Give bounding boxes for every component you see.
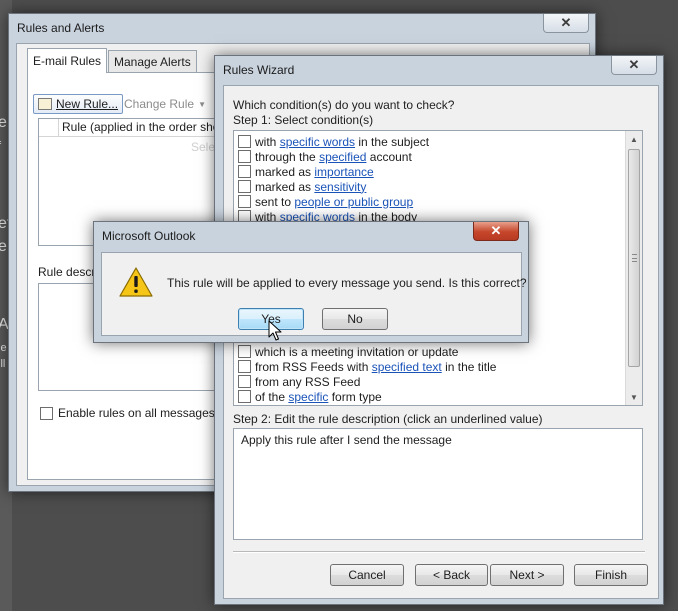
condition-link[interactable]: specific words [280, 135, 355, 149]
condition-text: marked as importance [255, 165, 374, 179]
checkbox-column-header [39, 119, 59, 136]
condition-pre: marked as [255, 179, 315, 194]
dialog-body: This rule will be applied to every messa… [101, 252, 527, 336]
condition-link[interactable]: people or public group [294, 195, 413, 209]
condition-pre: through the [255, 149, 320, 164]
close-button[interactable]: ✕ [473, 222, 519, 241]
close-icon: ✕ [490, 223, 502, 238]
condition-checkbox[interactable] [238, 345, 251, 358]
list-item[interactable]: marked as importance [238, 164, 374, 179]
list-item[interactable]: from any RSS Feed [238, 374, 360, 389]
confirmation-dialog: Microsoft Outlook ✕ This rule will be ap… [93, 221, 529, 343]
step1-label: Step 1: Select condition(s) [233, 113, 374, 127]
scroll-thumb[interactable] [628, 149, 640, 367]
list-item[interactable]: sent to people or public group [238, 194, 413, 209]
scroll-up-icon[interactable]: ▲ [626, 131, 642, 147]
list-item[interactable]: which is a meeting invitation or update [238, 344, 458, 359]
rule-column-header[interactable]: Rule (applied in the order shown) [59, 119, 239, 136]
new-rule-button[interactable]: New Rule... [33, 94, 124, 114]
change-rule-button[interactable]: Change Rule ▼ [124, 94, 227, 114]
title-bar: Rules and Alerts ✕ [9, 14, 595, 42]
list-item[interactable]: from RSS Feeds with specified text in th… [238, 359, 496, 374]
bg-fragment: e [0, 238, 7, 255]
dropdown-arrow-icon: ▼ [198, 99, 206, 109]
grip-icon [632, 254, 637, 262]
window-title: Rules Wizard [223, 63, 295, 77]
mouse-cursor-icon [268, 320, 282, 341]
close-button[interactable]: ✕ [543, 14, 589, 33]
condition-link[interactable]: specific [288, 390, 328, 404]
condition-text: from any RSS Feed [255, 374, 361, 389]
condition-checkbox[interactable] [238, 375, 251, 388]
condition-text: from RSS Feeds with specified text in th… [255, 360, 496, 374]
condition-text: which is a meeting invitation or update [255, 344, 459, 359]
bg-fragment: e [0, 114, 7, 131]
list-item[interactable]: with specific words in the subject [238, 134, 429, 149]
condition-link[interactable]: importance [314, 165, 373, 179]
new-rule-icon [38, 98, 52, 110]
condition-pre: sent to [255, 194, 295, 209]
tab-manage-alerts[interactable]: Manage Alerts [108, 50, 197, 72]
condition-list-scrollbar[interactable]: ▲ ▼ [625, 131, 642, 405]
cancel-button[interactable]: Cancel [330, 564, 404, 586]
condition-pre: marked as [255, 164, 315, 179]
condition-text: marked as sensitivity [255, 180, 366, 194]
enable-rules-row[interactable]: Enable rules on all messages dow [40, 406, 240, 420]
list-item[interactable]: through the specified account [238, 149, 412, 164]
condition-checkbox[interactable] [238, 360, 251, 373]
warning-icon [119, 267, 153, 297]
condition-checkbox[interactable] [238, 135, 251, 148]
no-button[interactable]: No [322, 308, 388, 330]
bg-fragment: f [0, 140, 1, 152]
finish-button[interactable]: Finish [574, 564, 648, 586]
condition-checkbox[interactable] [238, 195, 251, 208]
condition-text: with specific words in the subject [255, 135, 429, 149]
condition-post: in the title [441, 359, 497, 374]
condition-post: in the subject [355, 134, 430, 149]
condition-pre: of the [255, 389, 289, 404]
rule-description-text: Apply this rule after I send the message [241, 433, 452, 447]
condition-post: account [366, 149, 412, 164]
enable-rules-checkbox[interactable] [40, 406, 53, 420]
condition-link[interactable]: specified [319, 150, 366, 164]
button-separator [233, 551, 645, 553]
rule-description-box[interactable]: Apply this rule after I send the message [233, 428, 643, 540]
condition-checkbox[interactable] [238, 165, 251, 178]
close-button[interactable]: ✕ [611, 56, 657, 75]
tab-email-rules[interactable]: E-mail Rules [27, 48, 108, 73]
back-button[interactable]: < Back [415, 564, 488, 586]
condition-text: through the specified account [255, 150, 412, 164]
condition-text: sent to people or public group [255, 195, 413, 209]
condition-link[interactable]: sensitivity [314, 180, 366, 194]
scroll-down-icon[interactable]: ▼ [626, 389, 642, 405]
question-label: Which condition(s) do you want to check? [233, 98, 455, 112]
step2-label: Step 2: Edit the rule description (click… [233, 412, 543, 426]
condition-pre: with [255, 134, 280, 149]
condition-checkbox[interactable] [238, 180, 251, 193]
list-item[interactable]: marked as sensitivity [238, 179, 366, 194]
new-rule-label: New Rule... [56, 97, 119, 111]
condition-text: of the specific form type [255, 390, 382, 404]
condition-checkbox[interactable] [238, 390, 251, 403]
change-rule-label: Change Rule [124, 97, 195, 111]
condition-pre: from RSS Feeds with [255, 359, 372, 374]
enable-rules-label: Enable rules on all messages dow [58, 406, 241, 420]
list-item[interactable]: of the specific form type [238, 389, 382, 404]
close-icon: ✕ [628, 57, 640, 72]
bg-fragment: le [0, 342, 7, 354]
window-title: Rules and Alerts [17, 21, 105, 35]
close-icon: ✕ [560, 15, 572, 30]
bg-fragment: ill [0, 358, 6, 370]
next-button[interactable]: Next > [490, 564, 564, 586]
title-bar: Rules Wizard ✕ [215, 56, 663, 84]
condition-post: form type [328, 389, 382, 404]
dialog-title: Microsoft Outlook [102, 229, 196, 243]
condition-checkbox[interactable] [238, 150, 251, 163]
condition-link[interactable]: specified text [372, 360, 442, 374]
title-bar: Microsoft Outlook ✕ [94, 222, 528, 250]
dialog-message: This rule will be applied to every messa… [167, 276, 527, 290]
